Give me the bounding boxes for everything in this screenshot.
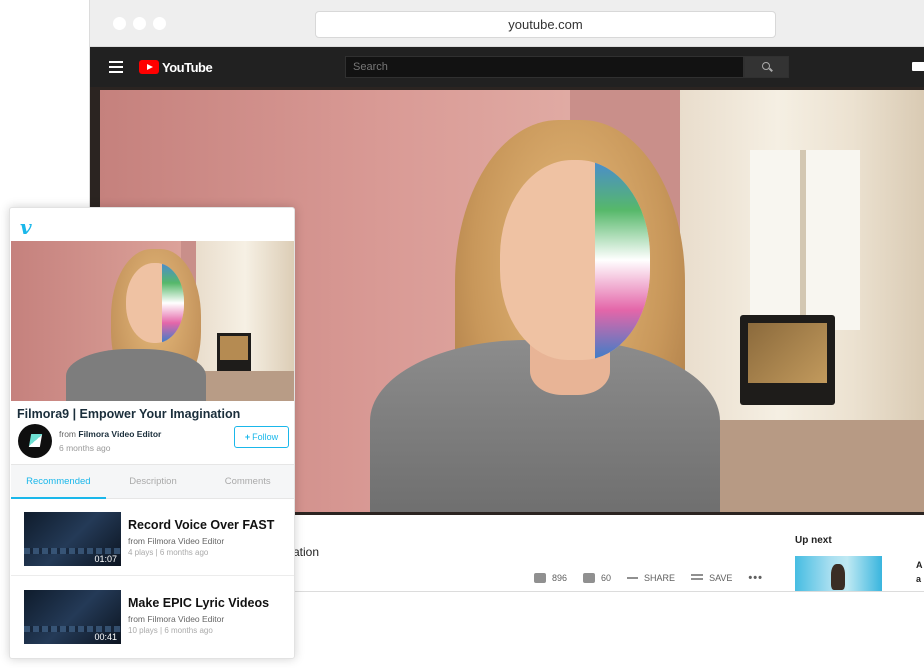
up-next-thumbnail[interactable]: [795, 556, 882, 591]
window-minimize-dot[interactable]: [133, 17, 146, 30]
channel-avatar[interactable]: [18, 424, 52, 458]
vimeo-video-thumbnail[interactable]: [11, 241, 294, 401]
recommended-thumbnail[interactable]: 01:07: [24, 512, 121, 566]
recommended-channel: from Filmora Video Editor: [128, 614, 225, 624]
recommended-channel: from Filmora Video Editor: [128, 536, 225, 546]
tab-description[interactable]: Description: [106, 465, 201, 498]
up-next-heading: Up next: [795, 535, 832, 546]
filmora-logo-icon: [28, 434, 43, 447]
youtube-header: YouTube Search: [90, 47, 924, 87]
dislike-count: 60: [601, 573, 612, 583]
vimeo-tabs: Recommended Description Comments: [11, 464, 294, 499]
vimeo-logo-icon[interactable]: v: [20, 215, 32, 239]
search-icon: [762, 62, 770, 70]
dislike-button[interactable]: 60: [583, 573, 611, 583]
playlist-add-icon: [691, 574, 704, 582]
youtube-logo-text: YouTube: [162, 59, 213, 75]
window-close-dot[interactable]: [113, 17, 126, 30]
thumbs-down-icon: [583, 573, 596, 583]
address-bar[interactable]: youtube.com: [315, 11, 776, 38]
like-count: 896: [552, 573, 568, 583]
youtube-play-icon: [139, 60, 159, 74]
follow-button[interactable]: + Follow: [234, 426, 289, 448]
share-label: SHARE: [644, 573, 676, 583]
plus-icon: +: [244, 432, 251, 442]
browser-chrome: youtube.com: [90, 0, 924, 47]
video-title: ation: [293, 545, 320, 559]
menu-icon[interactable]: [109, 61, 123, 73]
video-actions: 896 60 SHARE SAVE •••: [534, 570, 779, 586]
duration-badge: 00:41: [94, 632, 117, 642]
up-next-title[interactable]: A a: [916, 558, 923, 586]
upload-video-icon[interactable]: [912, 62, 924, 71]
recommended-title[interactable]: Record Voice Over FAST: [128, 518, 274, 532]
like-button[interactable]: 896: [534, 573, 567, 583]
channel-name-link[interactable]: Filmora Video Editor: [78, 429, 161, 439]
channel-byline: from Filmora Video Editor: [59, 429, 162, 439]
youtube-logo[interactable]: YouTube: [139, 59, 213, 75]
vimeo-video-title: Filmora9 | Empower Your Imagination: [17, 407, 241, 421]
tab-recommended[interactable]: Recommended: [11, 465, 106, 499]
recommended-title[interactable]: Make EPIC Lyric Videos: [128, 596, 269, 610]
share-button[interactable]: SHARE: [627, 573, 675, 583]
list-item[interactable]: 01:07 Record Voice Over FAST from Filmor…: [11, 502, 294, 576]
more-options-button[interactable]: •••: [748, 572, 763, 584]
save-label: SAVE: [709, 573, 733, 583]
recommended-thumbnail[interactable]: 00:41: [24, 590, 121, 644]
recommended-meta: 4 plays | 6 months ago: [128, 548, 209, 557]
share-icon: [627, 577, 639, 579]
vimeo-player-card: v Filmora9 | Empower Your Imagination fr…: [9, 207, 295, 659]
thumbs-up-icon: [534, 573, 546, 583]
list-item[interactable]: 00:41 Make EPIC Lyric Videos from Filmor…: [11, 580, 294, 654]
search-input[interactable]: Search: [345, 56, 744, 78]
save-button[interactable]: SAVE: [691, 573, 732, 583]
search-button[interactable]: [744, 56, 789, 78]
window-maximize-dot[interactable]: [153, 17, 166, 30]
tab-comments[interactable]: Comments: [200, 465, 294, 498]
posted-time: 6 months ago: [59, 443, 111, 453]
recommended-meta: 10 plays | 6 months ago: [128, 626, 213, 635]
duration-badge: 01:07: [94, 554, 117, 564]
